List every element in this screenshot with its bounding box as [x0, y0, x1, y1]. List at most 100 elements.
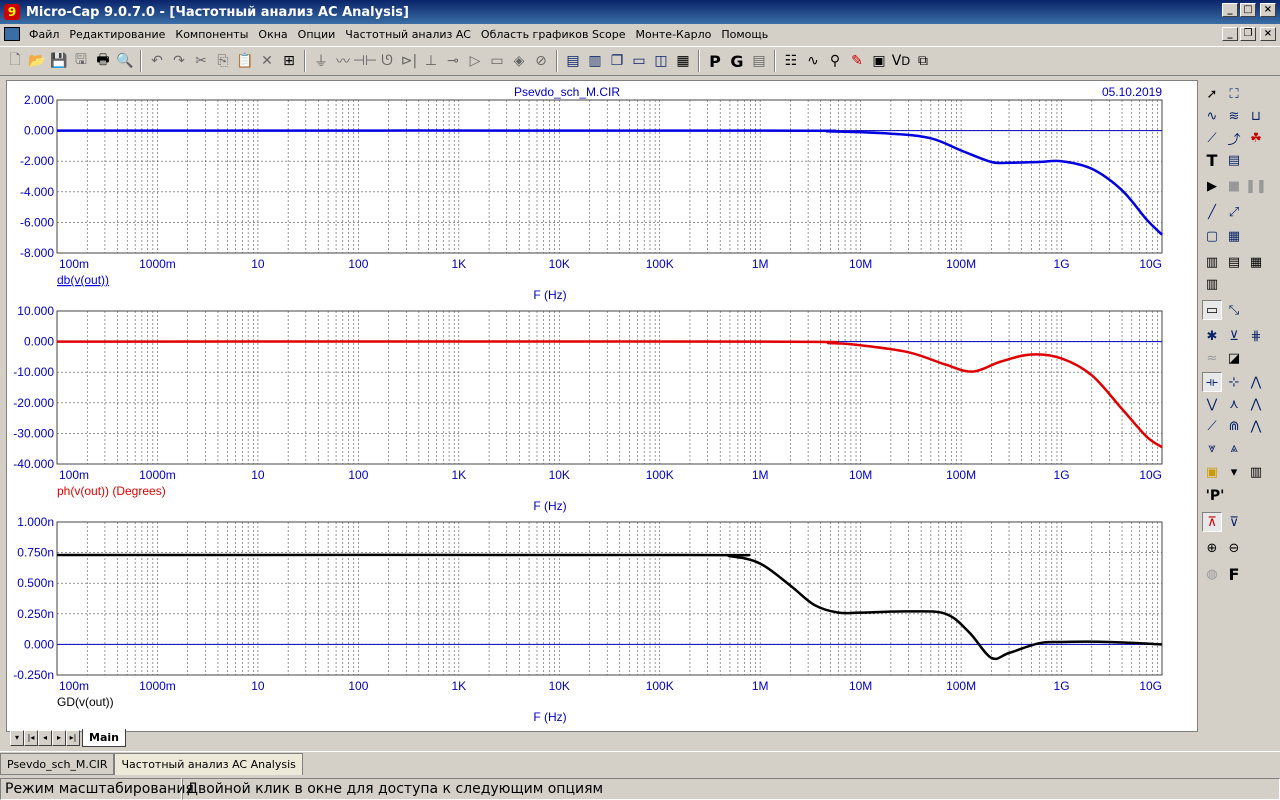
slope2-icon[interactable]: ⟋ — [1202, 416, 1222, 436]
undo-icon[interactable]: ↶ — [146, 50, 168, 72]
document-icon[interactable] — [4, 27, 20, 41]
valley-icon[interactable]: ⊻ — [1224, 326, 1244, 346]
plot-area[interactable]: Psevdo_sch_M.CIR 05.10.2019 2.000 0.000 -2.0… — [6, 80, 1198, 732]
next-tab-button[interactable]: ▸ — [52, 730, 66, 746]
peak-icon[interactable]: ✱ — [1202, 326, 1222, 346]
info-icon[interactable]: ▤ — [1224, 150, 1244, 170]
numeric-output-icon[interactable]: ☷ — [780, 50, 802, 72]
first-tab-button[interactable]: |◂ — [24, 730, 38, 746]
zoom-in-icon[interactable]: ⊕ — [1202, 538, 1222, 558]
stop-icon[interactable]: ■ — [1224, 176, 1244, 196]
low-icon[interactable]: ⋁ — [1202, 394, 1222, 414]
f-palette-button[interactable]: F — [1224, 564, 1244, 584]
inflection-icon[interactable]: ⋀ — [1246, 372, 1266, 392]
window-icon[interactable]: ▭ — [628, 50, 650, 72]
bode-icon[interactable]: ◪ — [1224, 348, 1244, 368]
cascade-icon[interactable]: ❐ — [606, 50, 628, 72]
save-icon[interactable]: 💾 — [48, 50, 70, 72]
pen-icon[interactable]: ✎ — [846, 50, 868, 72]
zoom-window-icon[interactable]: ⧉ — [912, 50, 934, 72]
print-preview-icon[interactable]: 🔍 — [114, 50, 136, 72]
step-icon[interactable]: ⟋ — [1202, 128, 1222, 148]
print-icon[interactable]: 🖶 — [92, 50, 114, 72]
menu-ac-analysis[interactable]: Частотный анализ AC — [340, 28, 476, 41]
curve-icon[interactable]: ⋒ — [1224, 416, 1244, 436]
split-icon[interactable]: ◫ — [650, 50, 672, 72]
app-icon[interactable]: 9 — [4, 4, 20, 20]
tab-main[interactable]: Main — [82, 729, 126, 747]
stepper-icon[interactable]: ⤴ — [1224, 128, 1244, 148]
menu-components[interactable]: Компоненты — [170, 28, 253, 41]
paste-icon[interactable]: 📋 — [234, 50, 256, 72]
run-icon[interactable]: ▶ — [1202, 176, 1222, 196]
pause-icon[interactable]: ❚❚ — [1245, 176, 1267, 196]
doc-minimize-button[interactable]: _ — [1222, 27, 1238, 41]
layout3-icon[interactable]: ▦ — [1246, 252, 1266, 272]
layout-icon[interactable]: ▥ — [1202, 252, 1222, 272]
close-button[interactable]: × — [1260, 3, 1276, 17]
resistor-icon[interactable]: 〰 — [332, 50, 354, 72]
peak2-icon[interactable]: ⋏ — [1224, 394, 1244, 414]
valley2-icon[interactable]: ⩔ — [1202, 438, 1222, 458]
curve2-icon[interactable]: ⋀ — [1246, 416, 1266, 436]
redo-icon[interactable]: ↷ — [168, 50, 190, 72]
slope-icon[interactable]: ≈ — [1202, 348, 1222, 368]
probe-icon[interactable]: ⚲ — [824, 50, 846, 72]
minimize-button[interactable]: _ — [1222, 3, 1238, 17]
battery-icon[interactable]: ⊥ — [420, 50, 442, 72]
save-all-icon[interactable]: 🖫 — [70, 50, 92, 72]
pointer-icon[interactable]: ➚ — [1202, 84, 1222, 104]
doc-restore-button[interactable]: ❐ — [1240, 27, 1256, 41]
vd-icon[interactable]: VD — [890, 50, 912, 72]
opamp-icon[interactable]: ▷ — [464, 50, 486, 72]
doc-tab-schematic[interactable]: Psevdo_sch_M.CIR — [0, 753, 115, 775]
node-icon[interactable]: ◈ — [508, 50, 530, 72]
doc-tab-ac-analysis[interactable]: Частотный анализ AC Analysis — [114, 753, 303, 775]
dropdown-icon[interactable]: ▾ — [1224, 462, 1244, 482]
capacitor-icon[interactable]: ⊣⊢ — [353, 50, 377, 72]
line-icon[interactable]: ╱ — [1202, 202, 1222, 222]
horizontal-scrollbar[interactable] — [140, 731, 1198, 747]
last-tab-button[interactable]: ▸| — [66, 730, 80, 746]
maximize-button[interactable]: □ — [1240, 3, 1256, 17]
menu-scope[interactable]: Область графиков Scope — [476, 28, 631, 41]
p-toolbar-button[interactable]: P — [704, 50, 726, 72]
new-icon[interactable]: 🗋 — [4, 50, 26, 72]
tile-horizontal-icon[interactable]: ▤ — [562, 50, 584, 72]
menu-file[interactable]: Файл — [24, 28, 64, 41]
open-icon[interactable]: 📂 — [26, 50, 48, 72]
wave2-icon[interactable]: ≋ — [1224, 106, 1244, 126]
copy-icon[interactable]: ⎘ — [212, 50, 234, 72]
high-icon[interactable]: ⋕ — [1246, 326, 1266, 346]
tracker-icon[interactable]: ⟛ — [1202, 372, 1222, 392]
source-icon[interactable]: ⊸ — [442, 50, 464, 72]
chip-icon[interactable]: ▣ — [868, 50, 890, 72]
delete-icon[interactable]: ✕ — [256, 50, 278, 72]
layout2-icon[interactable]: ▤ — [1224, 252, 1244, 272]
doc-close-button[interactable]: × — [1260, 27, 1276, 41]
wave-icon[interactable]: ∿ — [1202, 106, 1222, 126]
peak4-icon[interactable]: ⩓ — [1224, 438, 1244, 458]
jumper-icon[interactable]: ▭ — [486, 50, 508, 72]
g-toolbar-button[interactable]: G — [726, 50, 748, 72]
tab-menu-button[interactable]: ▾ — [10, 730, 24, 746]
waveform-icon[interactable]: ∿ — [802, 50, 824, 72]
grid2-icon[interactable]: ▦ — [1224, 226, 1244, 246]
ground-icon[interactable]: ⏚ — [310, 50, 332, 72]
cursor-icon[interactable]: ⊼ — [1202, 512, 1222, 532]
npn-icon[interactable]: ⊘ — [530, 50, 552, 72]
diode-icon[interactable]: ⊳| — [398, 50, 420, 72]
tile-vertical-icon[interactable]: ▥ — [584, 50, 606, 72]
zoom-select-icon[interactable]: ⛶ — [1224, 84, 1244, 104]
component-panel-icon[interactable]: ▤ — [748, 50, 770, 72]
plot-canvas[interactable]: Psevdo_sch_M.CIR 05.10.2019 2.000 0.000 -2.0… — [7, 81, 1197, 731]
axis2-icon[interactable]: ⤡ — [1224, 300, 1244, 320]
prev-tab-button[interactable]: ◂ — [38, 730, 52, 746]
p-palette-button[interactable]: 'P' — [1202, 486, 1228, 506]
inductor-icon[interactable]: ᘎ — [376, 50, 398, 72]
zoom-out-icon[interactable]: ⊖ — [1224, 538, 1244, 558]
menu-options[interactable]: Опции — [293, 28, 341, 41]
menu-edit[interactable]: Редактирование — [64, 28, 170, 41]
grid-icon[interactable]: ▢ — [1202, 226, 1222, 246]
menu-monte-carlo[interactable]: Монте-Карло — [630, 28, 716, 41]
